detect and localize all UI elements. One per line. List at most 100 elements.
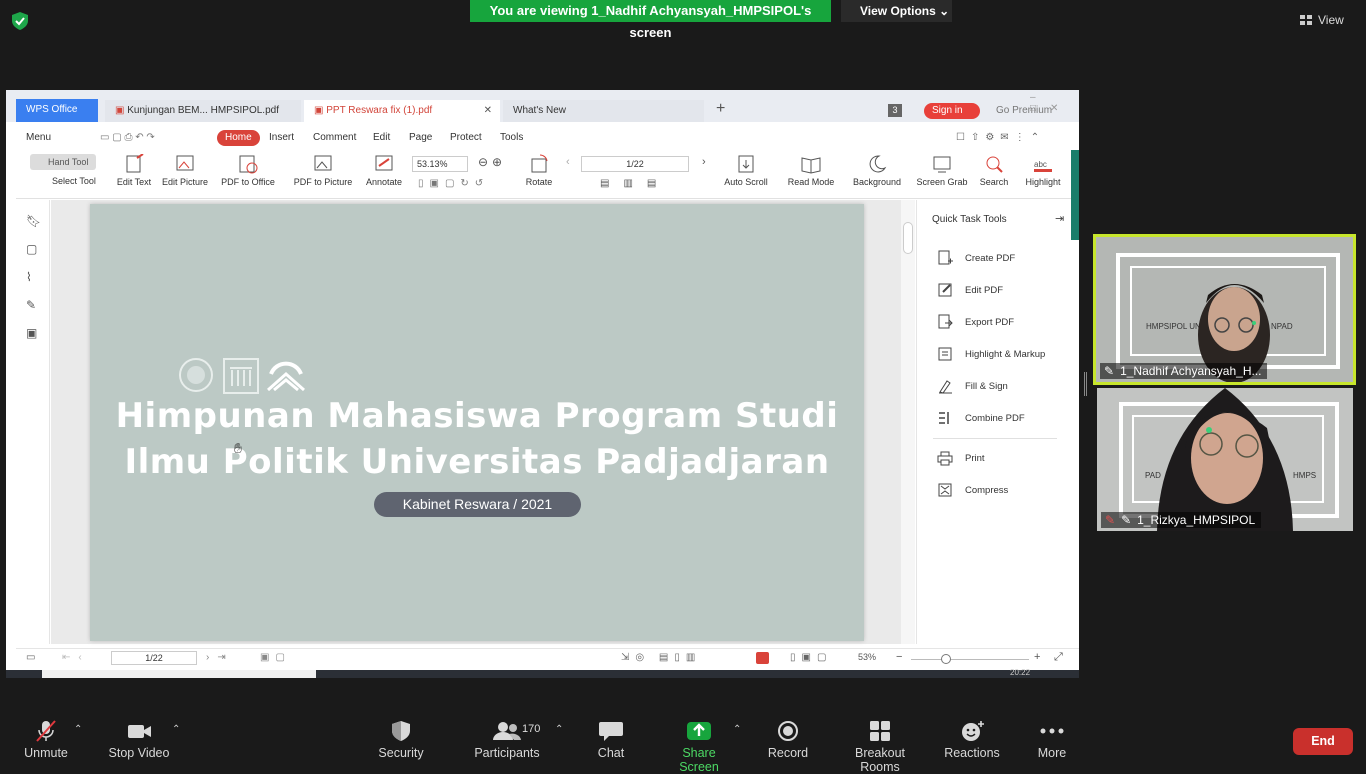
sign-in-button[interactable]: Sign in: [924, 103, 980, 119]
fill-sign-item[interactable]: Fill & Sign: [937, 376, 1008, 396]
edit-pdf-item[interactable]: Edit PDF: [937, 280, 1003, 300]
breakout-rooms-button[interactable]: Breakout Rooms: [834, 720, 926, 774]
record-button[interactable]: Record: [766, 720, 810, 760]
tab-page[interactable]: Page: [409, 128, 432, 148]
collapse-panel-icon[interactable]: ⇥: [1055, 212, 1064, 225]
sidebar-toggle-icon[interactable]: ▭: [26, 652, 35, 663]
screen-grab-icon: [931, 154, 953, 174]
slide-logos: [178, 356, 308, 394]
more-button[interactable]: More: [1030, 720, 1074, 760]
signature-icon[interactable]: ✎: [26, 298, 36, 312]
fit-page-icons[interactable]: ▯▣▢: [790, 652, 832, 663]
vertical-scrollbar[interactable]: [901, 200, 915, 644]
end-meeting-button[interactable]: End: [1293, 728, 1353, 755]
share-screen-button[interactable]: Share Screen: [662, 720, 736, 774]
share-screen-icon: [684, 720, 714, 742]
tab-kunjungan-pdf[interactable]: ▣ Kunjungan BEM... HMPSIPOL.pdf: [105, 100, 301, 122]
video-tile[interactable]: PAD HMPS ✎ ✎ 1_Rizkya_HMPSIPOL: [1097, 388, 1353, 531]
window-controls[interactable]: –□✕: [1030, 92, 1079, 114]
tab-edit[interactable]: Edit: [373, 128, 390, 148]
tab-insert[interactable]: Insert: [269, 128, 294, 148]
first-prev-page-icons[interactable]: ⇤‹: [62, 652, 90, 663]
tab-protect[interactable]: Protect: [450, 128, 482, 148]
fullscreen-icon[interactable]: ⤢: [1054, 651, 1063, 664]
new-tab-icon[interactable]: +: [716, 100, 725, 118]
chat-label: Chat: [597, 746, 625, 760]
play-slideshow-icon[interactable]: [756, 652, 769, 664]
bookmark-icon[interactable]: 🔖︎: [26, 214, 41, 228]
tab-home[interactable]: Home: [217, 130, 260, 146]
prev-page-icon[interactable]: ‹: [566, 156, 570, 168]
zoom-slider-knob[interactable]: [941, 654, 951, 664]
zoom-out-icon[interactable]: −: [896, 651, 902, 663]
background-button[interactable]: Background: [848, 152, 906, 187]
highlight-button[interactable]: abc Highlight: [1018, 152, 1068, 187]
tab-comment[interactable]: Comment: [313, 128, 356, 148]
menu-button[interactable]: Menu: [26, 128, 51, 148]
video-options-caret-icon[interactable]: ⌃: [172, 724, 180, 735]
zoom-slider[interactable]: [911, 659, 1029, 660]
view-options-button[interactable]: View Options ⌄: [841, 0, 952, 22]
rotate-button[interactable]: Rotate: [519, 152, 559, 187]
pdf-to-picture-icon: [312, 154, 334, 174]
hand-tool-button[interactable]: Hand Tool: [30, 154, 96, 170]
create-pdf-item[interactable]: Create PDF: [937, 248, 1015, 268]
annotate-button[interactable]: Annotate: [362, 152, 406, 187]
panel-resize-handle[interactable]: [1084, 372, 1087, 396]
open-file-icon[interactable]: ▭ ▢ ⎙ ↶ ↷: [100, 128, 155, 148]
zoom-in-out-icons[interactable]: ⊖⊕: [478, 155, 506, 169]
zoom-select[interactable]: 53.13%: [412, 156, 468, 172]
view-mode-icons[interactable]: ▯▣▢↻↺: [418, 178, 489, 189]
compress-item[interactable]: Compress: [937, 480, 1008, 500]
pdf-to-picture-button[interactable]: PDF to Picture: [292, 152, 354, 187]
ribbon-actions-icons[interactable]: ☐⇧⚙✉⋮⌃: [956, 128, 1045, 148]
highlight-markup-item[interactable]: Highlight & Markup: [937, 344, 1045, 364]
export-pdf-item[interactable]: Export PDF: [937, 312, 1014, 332]
share-options-caret-icon[interactable]: ⌃: [733, 724, 741, 735]
participants-options-caret-icon[interactable]: ⌃: [555, 724, 563, 735]
auto-scroll-button[interactable]: Auto Scroll: [718, 152, 774, 187]
create-pdf-icon: [937, 250, 953, 266]
screen-grab-button[interactable]: Screen Grab: [916, 152, 968, 187]
tab-ppt-reswara-pdf[interactable]: ▣ PPT Reswara fix (1).pdf ✕: [304, 100, 500, 122]
view-button[interactable]: View: [1300, 9, 1360, 31]
tool-label: Read Mode: [787, 177, 835, 187]
view-options-icons[interactable]: ⇲◎ ▤▯▥: [621, 652, 701, 663]
wps-toolbar: Hand Tool Select Tool Edit Text Edit Pic…: [16, 152, 1079, 196]
encryption-shield-icon[interactable]: [12, 12, 28, 30]
page-insert-icons[interactable]: ▣▢: [260, 652, 291, 663]
audio-options-caret-icon[interactable]: ⌃: [74, 724, 82, 735]
close-icon[interactable]: ✕: [484, 100, 492, 122]
comment-panel-icon[interactable]: ▣: [26, 326, 37, 340]
reactions-button[interactable]: Reactions: [942, 720, 1002, 760]
next-page-icon[interactable]: ›: [702, 156, 706, 168]
zoom-in-icon[interactable]: +: [1034, 651, 1040, 663]
chat-button[interactable]: Chat: [592, 720, 630, 760]
unmute-button[interactable]: Unmute: [20, 720, 72, 760]
pdf-to-office-button[interactable]: PDF to Office: [216, 152, 280, 187]
edit-text-button[interactable]: Edit Text: [112, 152, 156, 187]
page-number-input[interactable]: 1/22: [581, 156, 689, 172]
combine-pdf-item[interactable]: Combine PDF: [937, 408, 1025, 428]
video-tile-active-speaker[interactable]: HMPSIPOL UN NPAD ✎ 1_Nadhif Achyansyah_H.…: [1093, 234, 1356, 385]
tool-label: PDF to Picture: [293, 177, 353, 187]
scrollbar-thumb[interactable]: [903, 222, 913, 254]
select-tool-button[interactable]: Select Tool: [36, 176, 96, 186]
print-item[interactable]: Print: [937, 448, 985, 468]
security-button[interactable]: Security: [374, 720, 428, 760]
window-count-badge[interactable]: 3: [888, 104, 902, 117]
next-last-page-icons[interactable]: ›⇥: [206, 652, 234, 663]
attachment-icon[interactable]: ⌇: [26, 270, 32, 284]
participants-button[interactable]: Participants 170: [472, 720, 542, 760]
page-layout-icons[interactable]: ▤▥▤: [600, 178, 670, 189]
tab-wps-office[interactable]: WPS Office: [16, 99, 98, 122]
read-mode-button[interactable]: Read Mode: [786, 152, 836, 187]
stop-video-button[interactable]: Stop Video: [104, 720, 174, 760]
status-zoom-level[interactable]: 53%: [858, 652, 876, 662]
search-button[interactable]: Search: [976, 152, 1012, 187]
tab-whats-new[interactable]: What's New: [503, 100, 704, 122]
thumbnail-icon[interactable]: ▢: [26, 242, 37, 256]
tab-tools[interactable]: Tools: [500, 128, 523, 148]
status-page-input[interactable]: 1/22: [111, 651, 197, 665]
edit-picture-button[interactable]: Edit Picture: [160, 152, 210, 187]
